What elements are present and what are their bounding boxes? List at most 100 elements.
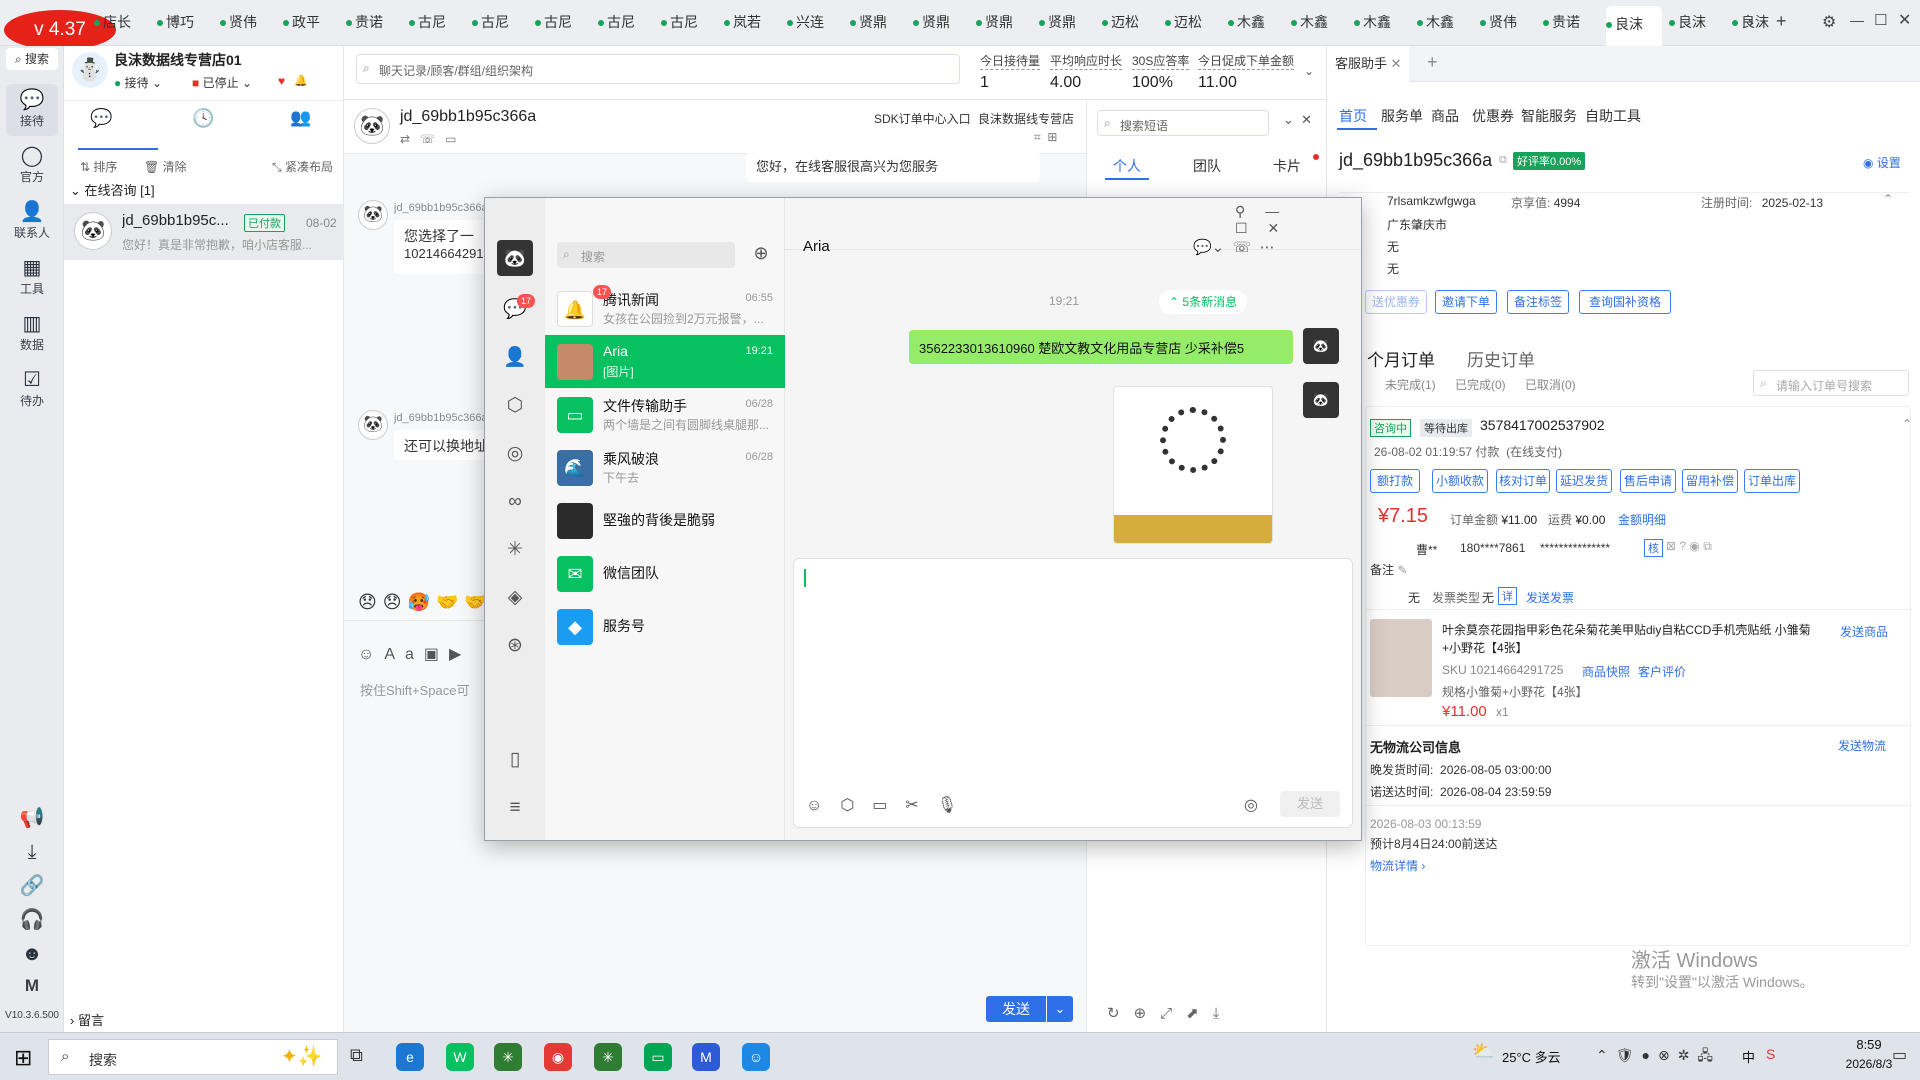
app-message-icon[interactable]: ☺ <box>742 1043 770 1071</box>
customer-action-button[interactable]: 备注标签 <box>1507 290 1569 314</box>
tab-shop[interactable]: 贤鼎 <box>850 12 906 34</box>
chat-input-placeholder[interactable]: 按住Shift+Space可 <box>360 680 469 699</box>
wechat-chat-tools[interactable]: 💬⌄ ☏ ⋯ <box>1193 238 1275 256</box>
robot-icon[interactable]: ☻ <box>6 942 58 966</box>
tab-shop[interactable]: 良沫 <box>1669 12 1725 34</box>
shop-link[interactable]: 良沫数据线专营店 <box>978 110 1074 127</box>
tab-shop[interactable]: 贤伟 <box>1480 12 1536 34</box>
tab-shop[interactable]: 木鑫 <box>1228 12 1284 34</box>
add-tab-icon[interactable]: + <box>1776 11 1787 32</box>
tab-shop[interactable]: 店长 <box>94 12 150 34</box>
tab-shop[interactable]: 博巧 <box>157 12 213 34</box>
copy-icon[interactable]: ⧉ <box>1499 154 1507 167</box>
rail-item-reception[interactable]: 💬 接待 <box>6 84 58 136</box>
customer-action-button[interactable]: 送优惠券 <box>1365 290 1427 314</box>
wechat-conversation-item[interactable]: ◆ 服务号 <box>545 600 785 653</box>
app-star-icon-2[interactable]: ✳ <box>594 1043 622 1071</box>
tab-shop[interactable]: 古尼 <box>535 12 591 34</box>
collapse-icon[interactable]: ⌃ <box>1883 192 1893 206</box>
product-snapshot-link[interactable]: 商品快照 <box>1582 663 1630 680</box>
wechat-conversation-item[interactable]: ✉ 微信团队 <box>545 547 785 600</box>
sent-image[interactable] <box>1113 386 1273 544</box>
remark-row[interactable]: 备注 ✎ <box>1370 561 1407 578</box>
close-icon[interactable]: ✕ <box>1391 56 1402 71</box>
expand-icon[interactable]: ⌄ ✕ <box>1283 112 1312 128</box>
global-search-input[interactable]: ⌕ 聊天记录/顾客/群组/组织架构 <box>356 54 960 84</box>
tab-shop[interactable]: 古尼 <box>661 12 717 34</box>
diamond-icon[interactable]: ◈ <box>503 586 527 610</box>
order-filter[interactable]: 已取消(0) <box>1525 376 1576 393</box>
maximize-icon[interactable]: ☐ <box>1874 11 1887 29</box>
aperture-icon[interactable]: ◎ <box>503 442 527 466</box>
invoice-detail-button[interactable]: 详 <box>1498 587 1517 605</box>
settings-link[interactable]: ◉ 设置 <box>1863 154 1901 171</box>
wechat-conversation-item[interactable]: ▭ 文件传输助手 06/28 两个墙是之间有圆脚线桌腿那... <box>545 388 785 441</box>
tray-icons[interactable]: ⌃🛡●⊗✲🖧 <box>1596 1045 1721 1069</box>
close-icon[interactable]: ✕ <box>1898 10 1911 30</box>
emoji-bar[interactable]: 😞😞🥵🤝🤝 <box>358 592 493 613</box>
tab-shop[interactable]: 兴连 <box>787 12 843 34</box>
tab-shop[interactable]: 古尼 <box>409 12 465 34</box>
send-invoice-link[interactable]: 发送发票 <box>1526 589 1574 606</box>
rail-item-contacts[interactable]: 👤 联系人 <box>6 200 58 241</box>
rail-search[interactable]: ⌕ 搜索 <box>6 48 58 70</box>
order-tab-history[interactable]: 历史订单 <box>1467 346 1535 371</box>
tabs-more-icon[interactable]: › <box>1748 14 1753 32</box>
tab-shop[interactable]: 迈松 <box>1165 12 1221 34</box>
phrase-tab-personal[interactable]: 个人 <box>1113 156 1141 176</box>
collapse-icon[interactable]: ⌃ <box>1902 417 1912 431</box>
voice-icon[interactable]: ◎ <box>1244 795 1258 815</box>
rail-item-tools[interactable]: ▦ 工具 <box>6 256 58 297</box>
minimize-icon[interactable]: — <box>1850 12 1864 28</box>
wechat-conversation-item[interactable]: 🔔 腾讯新闻 06:55 女孩在公园捡到2万元报警，... <box>545 282 785 335</box>
notification-icon[interactable]: ▭ <box>1892 1045 1907 1065</box>
wechat-conversation-item[interactable]: 堅強的背後是脆弱 <box>545 494 785 547</box>
send-button[interactable]: 发送 <box>986 996 1046 1022</box>
m-logo-icon[interactable]: M <box>6 976 58 996</box>
right-nav-item[interactable]: 优惠券 <box>1472 106 1514 126</box>
order-action-button[interactable]: 额打款 <box>1370 469 1420 493</box>
right-nav-item[interactable]: 服务单 <box>1381 106 1423 126</box>
wechat-send-button[interactable]: 发送 <box>1280 791 1340 817</box>
address-tools-icon[interactable]: ⊠ ? ◉ ⧉ <box>1666 539 1712 554</box>
tab-shop[interactable]: 贤伟 <box>220 12 276 34</box>
tab-shop[interactable]: 贤鼎 <box>976 12 1032 34</box>
order-action-button[interactable]: 小额收款 <box>1432 469 1488 493</box>
tab-shop[interactable]: 良沫 <box>1606 6 1662 46</box>
weather-text[interactable]: 25°C 多云 <box>1502 1047 1561 1066</box>
tab-shop[interactable]: 木鑫 <box>1354 12 1410 34</box>
order-action-button[interactable]: 延迟发货 <box>1556 469 1612 493</box>
tab-shop[interactable]: 贵诺 <box>346 12 402 34</box>
menu-icon[interactable]: ≡ <box>503 796 527 820</box>
tab-shop[interactable]: 政平 <box>283 12 339 34</box>
logistics-detail-link[interactable]: 物流详情 › <box>1370 857 1425 874</box>
product-review-link[interactable]: 客户评价 <box>1638 663 1686 680</box>
channels-icon[interactable]: ∞ <box>503 490 527 514</box>
download-icon[interactable]: ⤓ <box>6 840 58 864</box>
customer-action-button[interactable]: 查询国补资格 <box>1579 290 1671 314</box>
add-icon[interactable]: ⊕ <box>749 242 773 266</box>
wechat-input-toolbar[interactable]: ☺⬡▭✂🎙 <box>806 795 975 815</box>
new-messages-pill[interactable]: ⌃ 5条新消息 <box>1159 290 1248 314</box>
phrase-search-input[interactable]: ⌕ 搜索短语 <box>1097 110 1269 136</box>
megaphone-icon[interactable]: 📢 <box>6 806 58 830</box>
chat-tab-icon[interactable]: 💬 <box>90 108 112 129</box>
miniprogram-icon[interactable]: ⊛ <box>503 634 527 658</box>
tab-shop[interactable]: 木鑫 <box>1417 12 1473 34</box>
compact-layout-button[interactable]: ⤡ 紧凑布局 <box>272 158 333 175</box>
input-toolbar[interactable]: ☺Aa▣▶ <box>358 644 471 664</box>
wechat-conversation-item[interactable]: 🌊 乘风破浪 06/28 下午去 <box>545 441 785 494</box>
start-icon[interactable]: ⊞ <box>14 1045 32 1071</box>
order-search-input[interactable]: ⌕ 请输入订单号搜索 <box>1753 370 1909 396</box>
chat-tools[interactable]: ⇄ ☏ ▭ <box>400 132 456 146</box>
tab-shop[interactable]: 贤鼎 <box>1039 12 1095 34</box>
send-logistics-link[interactable]: 发送物流 <box>1838 737 1886 754</box>
wechat-conversation-item[interactable]: Aria 19:21 [图片] <box>545 335 785 388</box>
message-section[interactable]: › 留言 <box>70 1010 104 1029</box>
tab-shop[interactable]: 古尼 <box>598 12 654 34</box>
rail-item-official[interactable]: ◯ 官方 <box>6 144 58 185</box>
sort-button[interactable]: ⇅ 排序 <box>80 158 117 175</box>
wechat-user-avatar[interactable]: 🐼 <box>497 240 533 276</box>
order-tab-recent[interactable]: 个月订单 <box>1367 346 1435 371</box>
settings-icon[interactable]: ⚙ <box>1822 12 1836 32</box>
